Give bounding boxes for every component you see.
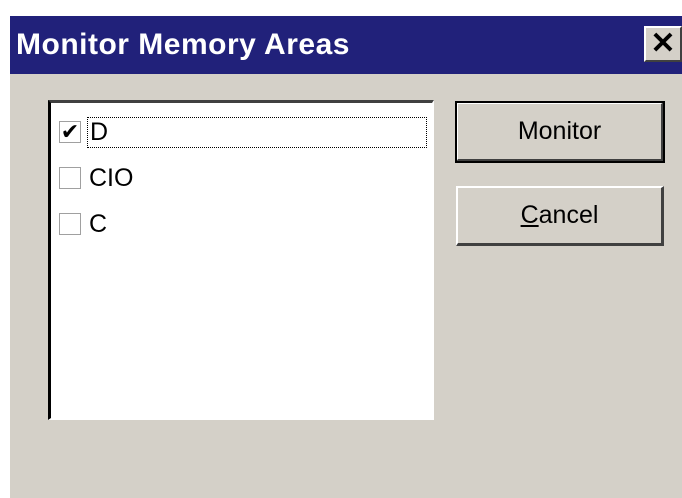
list-item-d[interactable]: ✔ D <box>59 113 427 151</box>
cancel-button[interactable]: Cancel <box>456 186 664 246</box>
checkbox-d[interactable]: ✔ <box>59 121 81 143</box>
monitor-button-label: Monitor <box>517 117 602 145</box>
memory-area-label: D <box>87 116 427 148</box>
close-button[interactable]: ✕ <box>644 26 682 62</box>
dialog-title: Monitor Memory Areas <box>16 28 350 61</box>
checkbox-c[interactable] <box>59 213 81 235</box>
list-item-cio[interactable]: CIO <box>59 159 135 197</box>
cancel-button-label: Cancel <box>520 201 599 229</box>
memory-areas-list[interactable]: ✔ D CIO C <box>48 100 434 420</box>
monitor-memory-areas-dialog: Monitor Memory Areas ✕ ✔ D CIO C Monitor… <box>8 14 682 498</box>
monitor-button[interactable]: Monitor <box>455 101 665 163</box>
list-item-c[interactable]: C <box>59 205 109 243</box>
memory-area-label: C <box>89 209 108 238</box>
memory-area-label: CIO <box>89 163 134 192</box>
checkmark-icon: ✔ <box>60 119 80 144</box>
title-bar: Monitor Memory Areas ✕ <box>10 16 682 74</box>
close-icon: ✕ <box>650 27 676 60</box>
checkbox-cio[interactable] <box>59 167 81 189</box>
